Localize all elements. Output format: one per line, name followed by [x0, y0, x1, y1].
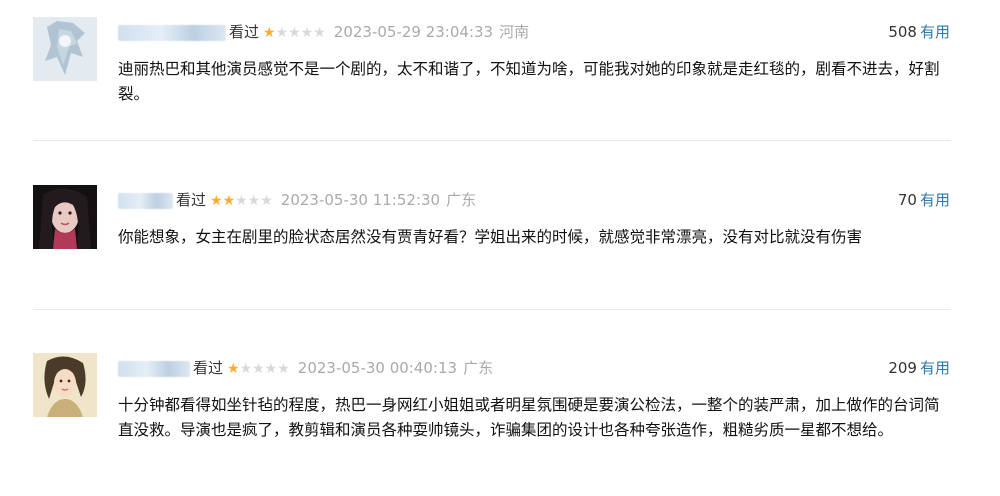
review-meta: 看过 ★★★★★ 2023-05-30 11:52:30 广东 — [118, 188, 476, 212]
vote-area: 508 有用 — [888, 20, 950, 44]
review-meta: 看过 ★★★★★ 2023-05-30 00:40:13 广东 — [118, 356, 493, 380]
star-empty-icon: ★★★★ — [239, 361, 290, 377]
review-content: 十分钟都看得如坐针毡的程度，热巴一身网红小姐姐或者明星氛围硬是要演公检法，一整个… — [118, 396, 940, 439]
watched-label: 看过 — [229, 23, 260, 41]
review-location: 广东 — [463, 359, 494, 377]
star-empty-icon: ★★★ — [235, 193, 273, 209]
review-time: 2023-05-30 00:40:13 — [297, 359, 458, 377]
rating-stars: ★★★★★ — [263, 21, 326, 45]
avatar[interactable] — [33, 353, 97, 417]
watched-label: 看过 — [193, 359, 224, 377]
avatar[interactable] — [33, 185, 97, 249]
watched-label: 看过 — [176, 191, 207, 209]
avatar[interactable] — [33, 17, 97, 81]
review-time: 2023-05-30 11:52:30 — [280, 191, 441, 209]
vote-count: 209 — [888, 359, 917, 377]
divider — [33, 140, 951, 141]
star-filled-icon: ★ — [263, 25, 276, 41]
star-filled-icon: ★★ — [210, 193, 236, 209]
username-blurred[interactable] — [118, 192, 173, 209]
vote-area: 70 有用 — [898, 188, 950, 212]
review-location: 广东 — [446, 191, 477, 209]
star-filled-icon: ★ — [227, 361, 240, 377]
review-meta: 看过 ★★★★★ 2023-05-29 23:04:33 河南 — [118, 20, 529, 44]
useful-button[interactable]: 有用 — [920, 23, 950, 41]
divider — [33, 309, 951, 310]
useful-button[interactable]: 有用 — [920, 191, 950, 209]
username-blurred[interactable] — [118, 360, 190, 377]
review-location: 河南 — [499, 23, 530, 41]
rating-stars: ★★★★★ — [227, 357, 290, 381]
username-blurred[interactable] — [118, 24, 226, 41]
vote-area: 209 有用 — [888, 356, 950, 380]
useful-button[interactable]: 有用 — [920, 359, 950, 377]
star-empty-icon: ★★★★ — [275, 25, 326, 41]
review-time: 2023-05-29 23:04:33 — [333, 23, 494, 41]
review-content: 迪丽热巴和其他演员感觉不是一个剧的，太不和谐了，不知道为啥，可能我对她的印象就是… — [118, 60, 940, 103]
review-content: 你能想象，女主在剧里的脸状态居然没有贾青好看？学姐出来的时候，就感觉非常漂亮，没… — [118, 228, 863, 246]
rating-stars: ★★★★★ — [210, 189, 273, 213]
vote-count: 508 — [888, 23, 917, 41]
vote-count: 70 — [897, 191, 917, 209]
